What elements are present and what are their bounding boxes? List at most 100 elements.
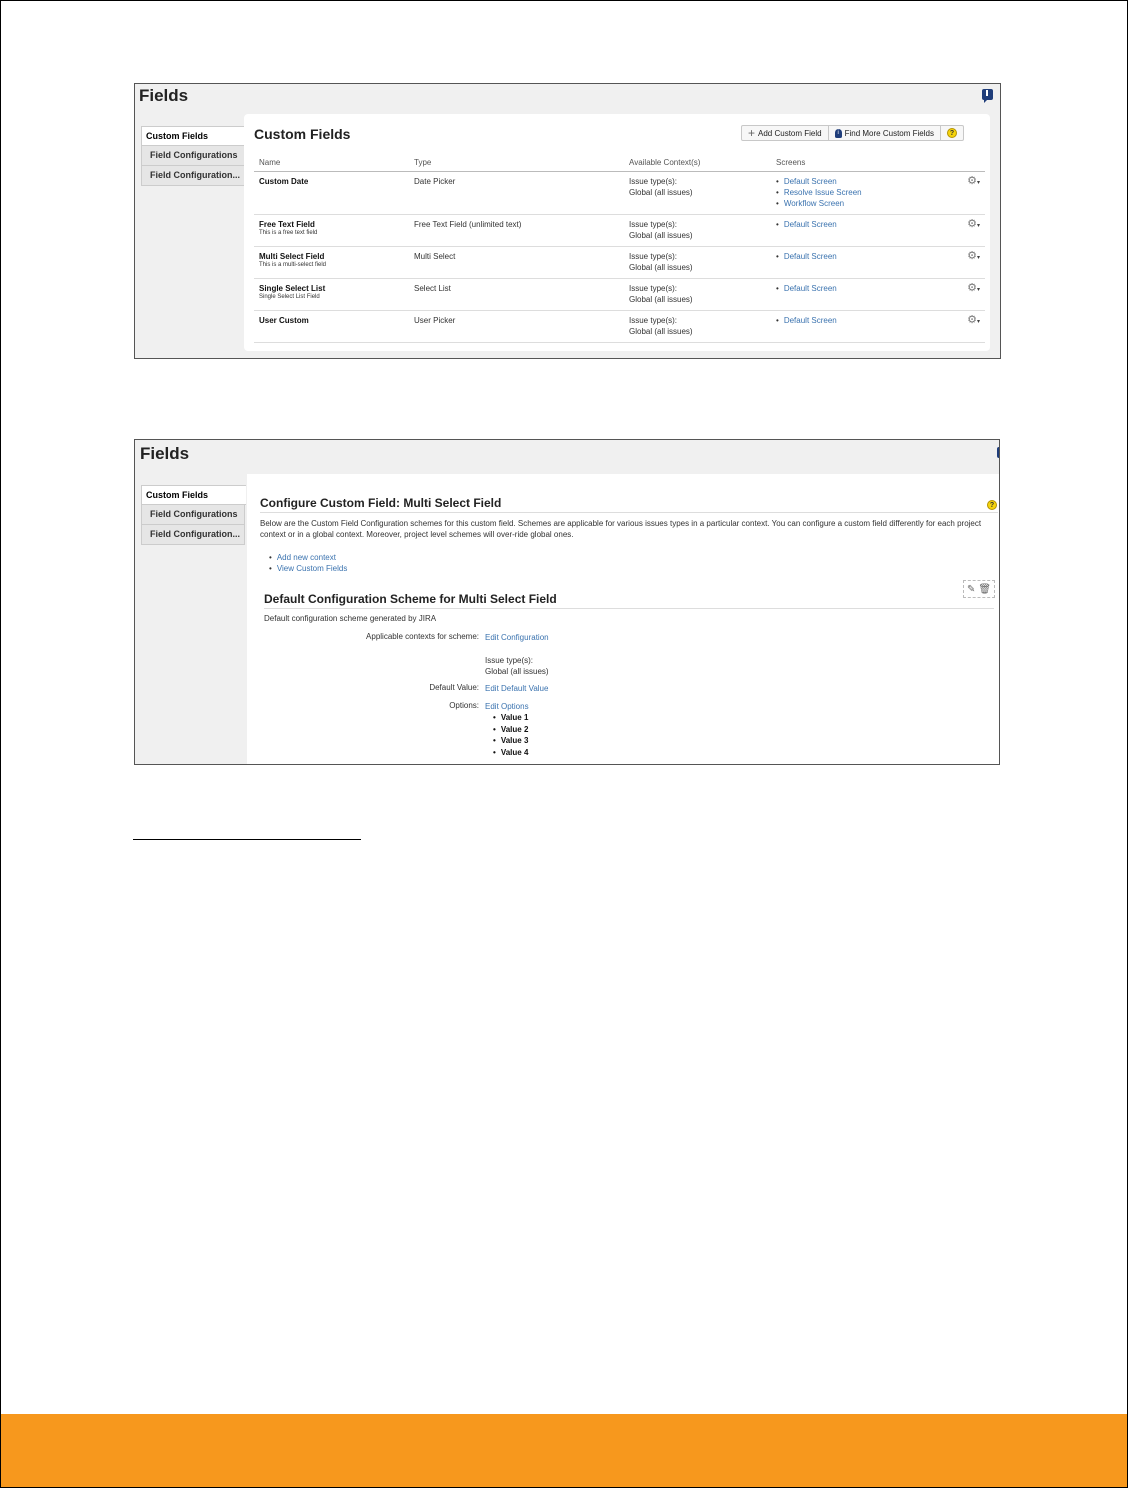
- table-row: Single Select List Single Select List Fie…: [254, 278, 985, 311]
- tab-field-configurations[interactable]: Field Configurations: [141, 146, 245, 166]
- options-list: Value 1 Value 2 Value 3 Value 4: [493, 712, 529, 758]
- column-header-context: Available Context(s): [624, 155, 771, 172]
- sidebar: Custom Fields Field Configurations Field…: [141, 126, 246, 186]
- gear-icon[interactable]: ⚙: [967, 219, 977, 230]
- footer-bar: [1, 1414, 1127, 1487]
- feedback-icon[interactable]: [982, 89, 993, 103]
- edit-configuration-link[interactable]: Edit Configuration: [485, 633, 549, 642]
- help-button[interactable]: ?: [987, 494, 997, 512]
- custom-fields-table: Name Type Available Context(s) Screens C…: [254, 155, 985, 343]
- view-custom-fields-link[interactable]: View Custom Fields: [277, 564, 348, 573]
- table-row: Custom Date Date Picker Issue type(s): Gl…: [254, 171, 985, 215]
- field-type: Free Text Field (unlimited text): [409, 214, 624, 247]
- tab-custom-fields[interactable]: Custom Fields: [141, 126, 246, 146]
- gear-icon[interactable]: ⚙: [967, 283, 977, 294]
- field-description: This is a free text field: [259, 230, 318, 236]
- context-label: Issue type(s):: [629, 220, 678, 229]
- field-name: Free Text Field: [259, 220, 315, 229]
- field-name: User Custom: [259, 316, 309, 325]
- field-description: This is a multi-select field: [259, 262, 327, 268]
- section-heading: Configure Custom Field: Multi Select Fie…: [260, 496, 998, 513]
- custom-fields-screenshot: Fields Custom Fields Field Configuration…: [134, 83, 1001, 359]
- chevron-down-icon[interactable]: ▾: [977, 287, 980, 293]
- issue-types-value: Global (all issues): [485, 667, 549, 676]
- screen-link[interactable]: Default Screen: [784, 284, 837, 293]
- configuration-description: Below are the Custom Field Configuration…: [260, 519, 982, 539]
- column-header-actions: [945, 155, 985, 172]
- add-custom-field-label: Add Custom Field: [758, 128, 822, 138]
- list-item: Value 1: [493, 712, 529, 724]
- list-item: Value 2: [493, 724, 529, 736]
- page-title: Fields: [140, 444, 190, 463]
- screen-link[interactable]: Resolve Issue Screen: [784, 188, 862, 197]
- edit-default-value-link[interactable]: Edit Default Value: [485, 684, 548, 693]
- screens-list: Default Screen: [776, 283, 940, 294]
- gear-icon[interactable]: ⚙: [967, 176, 977, 187]
- screens-list: Default Screen Resolve Issue Screen Work…: [776, 176, 940, 209]
- help-button[interactable]: ?: [941, 126, 963, 140]
- column-header-name: Name: [254, 155, 409, 172]
- default-value-value: Edit Default Value: [485, 683, 548, 694]
- context-value: Global (all issues): [629, 231, 693, 240]
- add-new-context-link[interactable]: Add new context: [277, 553, 336, 562]
- find-more-label: Find More Custom Fields: [844, 128, 934, 138]
- sidebar: Custom Fields Field Configurations Field…: [141, 485, 246, 545]
- tab-custom-fields[interactable]: Custom Fields: [141, 485, 246, 505]
- default-value-label: Default Value:: [429, 683, 479, 692]
- contexts-value: Edit Configuration Issue type(s): Global…: [485, 632, 549, 677]
- field-name: Custom Date: [259, 177, 309, 186]
- scheme-description: Default configuration scheme generated b…: [264, 614, 437, 623]
- screens-list: Default Screen: [776, 315, 940, 326]
- table-header-row: Name Type Available Context(s) Screens: [254, 155, 985, 172]
- tab-field-configuration-schemes[interactable]: Field Configuration...: [141, 166, 245, 186]
- chevron-down-icon[interactable]: ▾: [977, 255, 980, 261]
- footnote-divider: [133, 839, 361, 840]
- screen-link[interactable]: Default Screen: [784, 177, 837, 186]
- table-row: User Custom User Picker Issue type(s): Gl…: [254, 310, 985, 343]
- context-label: Issue type(s):: [629, 284, 678, 293]
- contexts-label: Applicable contexts for scheme:: [366, 632, 479, 641]
- chevron-down-icon[interactable]: ▾: [977, 223, 980, 229]
- list-item: Value 3: [493, 735, 529, 747]
- gear-icon[interactable]: ⚙: [967, 251, 977, 262]
- field-type: Date Picker: [409, 171, 624, 215]
- field-type: Multi Select: [409, 246, 624, 279]
- options-label: Options:: [449, 701, 479, 710]
- context-value: Global (all issues): [629, 295, 693, 304]
- screens-list: Default Screen: [776, 219, 940, 230]
- gear-icon[interactable]: ⚙: [967, 315, 977, 326]
- tab-field-configurations[interactable]: Field Configurations: [141, 505, 245, 525]
- scheme-heading: Default Configuration Scheme for Multi S…: [264, 592, 994, 609]
- chevron-down-icon[interactable]: ▾: [977, 319, 980, 325]
- options-value: Edit Options Value 1 Value 2 Value 3 Val…: [485, 701, 529, 758]
- help-icon: ?: [987, 500, 997, 510]
- column-header-type: Type: [409, 155, 624, 172]
- field-type: User Picker: [409, 310, 624, 343]
- table-row: Multi Select Field This is a multi-select…: [254, 246, 985, 279]
- screen-link[interactable]: Workflow Screen: [784, 199, 844, 208]
- screens-list: Default Screen: [776, 251, 940, 262]
- context-value: Global (all issues): [629, 188, 693, 197]
- add-custom-field-button[interactable]: + Add Custom Field: [742, 126, 829, 140]
- chevron-down-icon[interactable]: ▾: [977, 180, 980, 186]
- issue-types-label: Issue type(s):: [485, 656, 534, 665]
- toolbar: + Add Custom Field i Find More Custom Fi…: [741, 125, 964, 141]
- feedback-icon[interactable]: [997, 447, 999, 458]
- table-row: Free Text Field This is a free text field…: [254, 214, 985, 247]
- edit-options-link[interactable]: Edit Options: [485, 702, 529, 711]
- field-type: Select List: [409, 278, 624, 311]
- context-value: Global (all issues): [629, 327, 693, 336]
- screen-link[interactable]: Default Screen: [784, 252, 837, 261]
- configure-custom-field-screenshot: Fields Custom Fields Field Configuration…: [134, 439, 1000, 765]
- context-label: Issue type(s):: [629, 252, 678, 261]
- tab-field-configuration-schemes[interactable]: Field Configuration...: [141, 525, 245, 545]
- page-title: Fields: [139, 86, 189, 105]
- main-panel: Custom Fields + Add Custom Field i Find …: [244, 114, 990, 351]
- field-description: Single Select List Field: [259, 294, 320, 300]
- main-panel: Configure Custom Field: Multi Select Fie…: [247, 474, 999, 764]
- help-icon: ?: [946, 128, 957, 138]
- list-item: Value 4: [493, 747, 529, 759]
- screen-link[interactable]: Default Screen: [784, 316, 837, 325]
- screen-link[interactable]: Default Screen: [784, 220, 837, 229]
- find-more-custom-fields-button[interactable]: i Find More Custom Fields: [829, 126, 941, 140]
